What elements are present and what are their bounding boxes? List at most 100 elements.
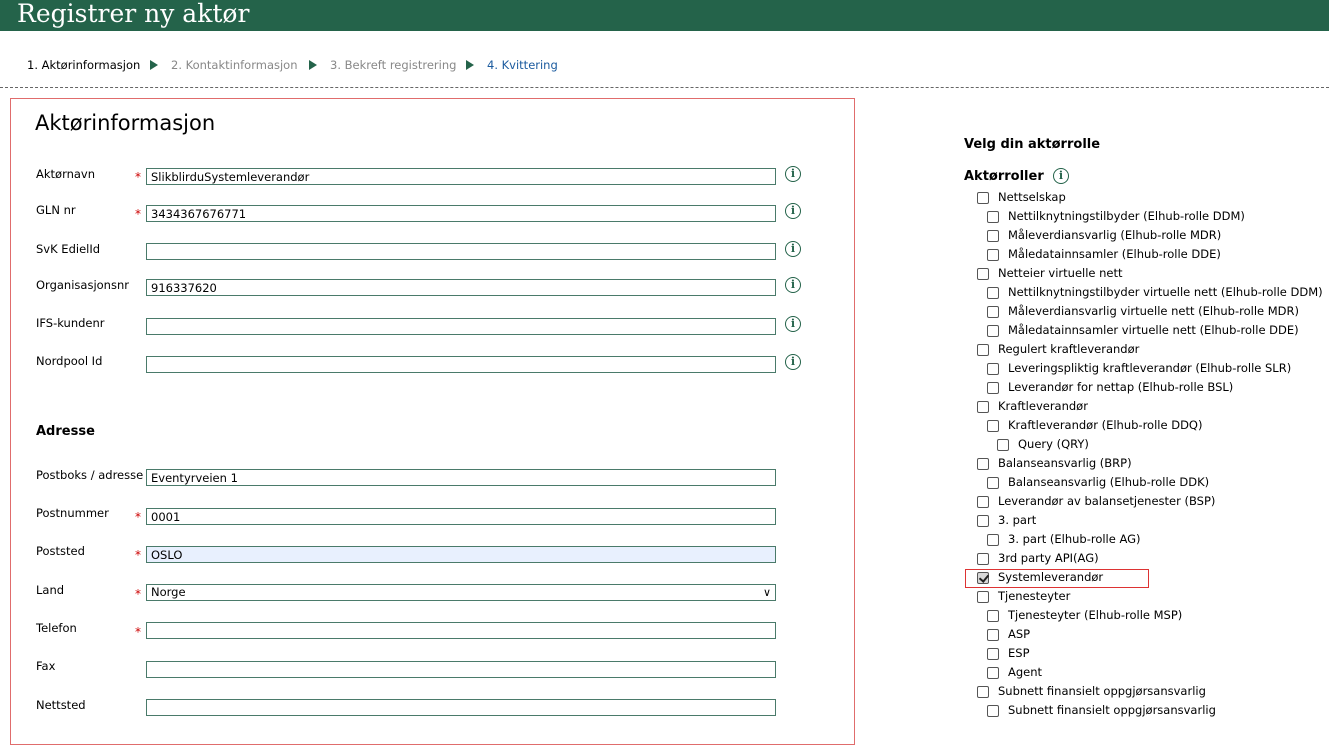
checkbox[interactable] (987, 667, 999, 679)
role-label: Nettilknytningstilbyder virtuelle nett (… (1008, 285, 1323, 299)
aktornavn-label: Aktørnavn (36, 167, 96, 181)
required-marker: * (135, 170, 141, 184)
postboks-label: Postboks / adresse (36, 468, 144, 482)
info-circle-icon[interactable]: i (1053, 168, 1069, 184)
land-select[interactable]: Norge ∨ (146, 584, 776, 601)
role-label: Måleverdiansvarlig virtuelle nett (Elhub… (1008, 304, 1300, 318)
role-label: 3rd party API(AG) (998, 551, 1099, 565)
checkbox[interactable] (987, 382, 999, 394)
role-label: Nettselskap (998, 190, 1066, 204)
role-label: Kraftleverandør (Elhub-rolle DDQ) (1008, 418, 1203, 432)
checkbox-checked[interactable] (977, 572, 989, 584)
role-label: Agent (1008, 665, 1043, 679)
step-kvittering[interactable]: 4. Kvittering (487, 57, 558, 73)
checkbox[interactable] (977, 401, 989, 413)
postnummer-label: Postnummer (36, 506, 109, 520)
svk-edielid-field[interactable] (146, 243, 776, 260)
info-circle-icon[interactable]: i (785, 354, 801, 370)
role-label: Tjenesteyter (Elhub-rolle MSP) (1008, 608, 1183, 622)
role-label: ESP (1008, 646, 1030, 660)
role-label: Tjenesteyter (998, 589, 1071, 603)
checkbox[interactable] (997, 439, 1009, 451)
role-label: Kraftleverandør (998, 399, 1088, 413)
fax-label: Fax (36, 659, 56, 673)
gln-label: GLN nr (36, 203, 76, 217)
nordpool-id-field[interactable] (146, 356, 776, 373)
checkbox[interactable] (977, 515, 989, 527)
checkbox[interactable] (977, 553, 989, 565)
info-circle-icon[interactable]: i (785, 166, 801, 182)
checkbox[interactable] (987, 211, 999, 223)
checkbox[interactable] (987, 287, 999, 299)
orgnr-field[interactable] (146, 279, 776, 296)
fax-field[interactable] (146, 661, 776, 678)
chevron-right-icon (150, 60, 158, 70)
telefon-field[interactable] (146, 622, 776, 639)
checkbox[interactable] (987, 610, 999, 622)
checkbox[interactable] (977, 686, 989, 698)
checkbox[interactable] (987, 420, 999, 432)
role-label: Måledatainnsamler (Elhub-rolle DDE) (1008, 247, 1221, 261)
role-label: Balanseansvarlig (Elhub-rolle DDK) (1008, 475, 1210, 489)
chevron-right-icon (309, 60, 317, 70)
step-aktorinformasjon: 1. Aktørinformasjon (27, 58, 141, 72)
checkbox[interactable] (977, 591, 989, 603)
checkbox[interactable] (987, 534, 999, 546)
postboks-field[interactable] (146, 469, 776, 486)
nettsted-label: Nettsted (36, 698, 86, 712)
postnummer-field[interactable] (146, 508, 776, 525)
checkbox[interactable] (977, 496, 989, 508)
role-label: Måleverdiansvarlig (Elhub-rolle MDR) (1008, 228, 1222, 242)
checkbox[interactable] (987, 249, 999, 261)
info-circle-icon[interactable]: i (785, 316, 801, 332)
role-label: Subnett finansielt oppgjørsansvarlig (1008, 703, 1216, 717)
role-label: Subnett finansielt oppgjørsansvarlig (998, 684, 1206, 698)
land-selected-value: Norge (151, 585, 186, 599)
poststed-label: Poststed (36, 544, 85, 558)
role-label: Leverandør av balansetjenester (BSP) (998, 494, 1216, 508)
required-marker: * (135, 548, 141, 562)
role-label: Regulert kraftleverandør (998, 342, 1140, 356)
ifs-kundenr-field[interactable] (146, 318, 776, 335)
aktornavn-field[interactable] (146, 168, 776, 185)
checkbox[interactable] (987, 306, 999, 318)
address-section-title: Adresse (36, 424, 95, 439)
roles-heading: Aktørroller (964, 169, 1044, 184)
checkbox[interactable] (987, 325, 999, 337)
required-marker: * (135, 587, 141, 601)
checkbox[interactable] (977, 458, 989, 470)
role-label: Nettilknytningstilbyder (Elhub-rolle DDM… (1008, 209, 1245, 223)
nettsted-field[interactable] (146, 699, 776, 716)
checkbox[interactable] (987, 648, 999, 660)
step-bekreft-registrering: 3. Bekreft registrering (330, 58, 457, 72)
required-marker: * (135, 207, 141, 221)
role-label: Balanseansvarlig (BRP) (998, 456, 1132, 470)
checkbox[interactable] (987, 230, 999, 242)
checkbox[interactable] (987, 363, 999, 375)
role-label: ASP (1008, 627, 1031, 641)
form-container (10, 98, 855, 745)
role-label: 3. part (998, 513, 1037, 527)
role-label: Måledatainnsamler virtuelle nett (Elhub-… (1008, 323, 1299, 337)
info-circle-icon[interactable]: i (785, 277, 801, 293)
poststed-field[interactable] (146, 546, 776, 563)
checkbox[interactable] (977, 344, 989, 356)
required-marker: * (135, 510, 141, 524)
page-header: Registrer ny aktør (0, 0, 1329, 31)
nordpool-label: Nordpool Id (36, 354, 103, 368)
checkbox[interactable] (987, 629, 999, 641)
gln-field[interactable] (146, 205, 776, 222)
checkbox[interactable] (977, 192, 989, 204)
checkbox[interactable] (977, 268, 989, 280)
required-marker: * (135, 625, 141, 639)
checkbox[interactable] (987, 477, 999, 489)
checkbox[interactable] (987, 705, 999, 717)
divider (0, 87, 1329, 88)
info-circle-icon[interactable]: i (785, 241, 801, 257)
info-circle-icon[interactable]: i (785, 203, 801, 219)
ifs-label: IFS-kundenr (36, 316, 105, 330)
chevron-right-icon (466, 60, 474, 70)
role-label: Leverandør for nettap (Elhub-rolle BSL) (1008, 380, 1234, 394)
telefon-label: Telefon (36, 621, 77, 635)
land-label: Land (36, 583, 65, 597)
